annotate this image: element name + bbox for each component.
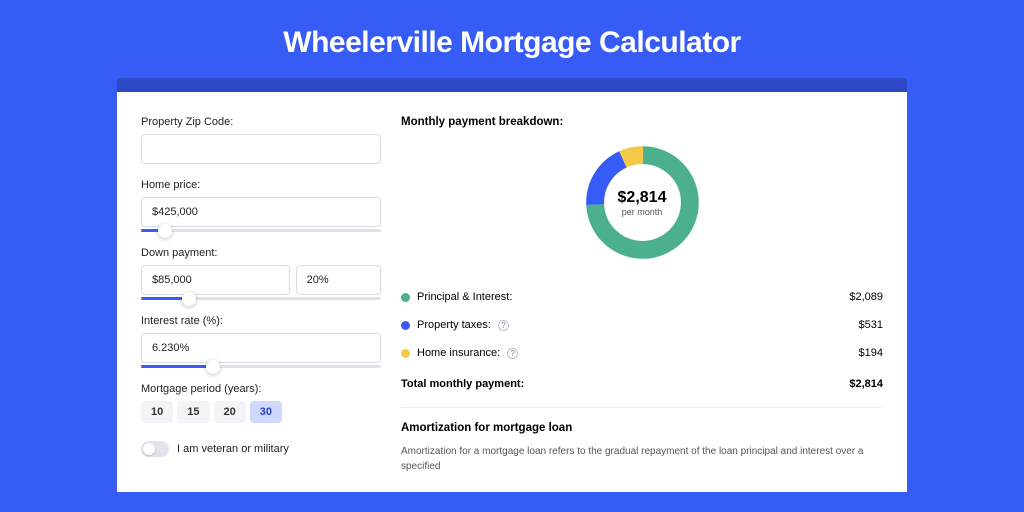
legend-row-insurance: Home insurance: ? $194 xyxy=(401,339,883,367)
toggle-knob xyxy=(143,443,155,455)
zip-input[interactable] xyxy=(141,134,381,164)
period-option-30[interactable]: 30 xyxy=(250,401,282,423)
total-value: $2,814 xyxy=(849,378,883,390)
home-price-label: Home price: xyxy=(141,179,381,191)
amortization-text: Amortization for a mortgage loan refers … xyxy=(401,444,883,474)
legend-value: $531 xyxy=(859,319,883,331)
info-icon[interactable]: ? xyxy=(498,320,509,331)
period-button-group: 10 15 20 30 xyxy=(141,401,381,423)
slider-fill xyxy=(141,365,213,368)
total-row: Total monthly payment: $2,814 xyxy=(401,369,883,399)
breakdown-title: Monthly payment breakdown: xyxy=(401,116,883,128)
donut-amount: $2,814 xyxy=(618,189,667,207)
amortization-title: Amortization for mortgage loan xyxy=(401,422,883,434)
legend-dot-icon xyxy=(401,349,410,358)
legend-value: $2,089 xyxy=(849,291,883,303)
interest-rate-input[interactable] xyxy=(141,333,381,363)
legend-dot-icon xyxy=(401,293,410,302)
down-payment-section: Down payment: xyxy=(141,247,381,300)
veteran-label: I am veteran or military xyxy=(177,443,289,455)
interest-rate-label: Interest rate (%): xyxy=(141,315,381,327)
legend-value: $194 xyxy=(859,347,883,359)
calculator-card: Property Zip Code: Home price: Down paym… xyxy=(117,92,907,492)
interest-rate-slider[interactable] xyxy=(141,365,381,368)
veteran-toggle[interactable] xyxy=(141,441,169,457)
zip-section: Property Zip Code: xyxy=(141,116,381,164)
down-payment-slider[interactable] xyxy=(141,297,381,300)
legend-row-principal: Principal & Interest: $2,089 xyxy=(401,283,883,311)
period-option-10[interactable]: 10 xyxy=(141,401,173,423)
legend-row-taxes: Property taxes: ? $531 xyxy=(401,311,883,339)
breakdown-column: Monthly payment breakdown: $2,814 per mo… xyxy=(401,116,883,492)
legend-label: Property taxes: xyxy=(417,319,491,331)
slider-thumb[interactable] xyxy=(158,224,172,238)
legend-dot-icon xyxy=(401,321,410,330)
card-outer: Property Zip Code: Home price: Down paym… xyxy=(117,78,907,492)
home-price-slider[interactable] xyxy=(141,229,381,232)
interest-rate-section: Interest rate (%): xyxy=(141,315,381,368)
donut-chart-wrap: $2,814 per month xyxy=(401,140,883,265)
home-price-input[interactable] xyxy=(141,197,381,227)
donut-sub: per month xyxy=(622,207,663,217)
zip-label: Property Zip Code: xyxy=(141,116,381,128)
home-price-section: Home price: xyxy=(141,179,381,232)
form-column: Property Zip Code: Home price: Down paym… xyxy=(141,116,381,492)
mortgage-period-label: Mortgage period (years): xyxy=(141,383,381,395)
info-icon[interactable]: ? xyxy=(507,348,518,359)
legend-label: Home insurance: xyxy=(417,347,500,359)
down-payment-pct-input[interactable] xyxy=(296,265,381,295)
slider-thumb[interactable] xyxy=(206,360,220,374)
period-option-15[interactable]: 15 xyxy=(177,401,209,423)
slider-thumb[interactable] xyxy=(182,292,196,306)
veteran-row: I am veteran or military xyxy=(141,441,381,457)
down-payment-label: Down payment: xyxy=(141,247,381,259)
legend-label: Principal & Interest: xyxy=(417,291,512,303)
total-label: Total monthly payment: xyxy=(401,378,524,390)
period-option-20[interactable]: 20 xyxy=(214,401,246,423)
page-title: Wheelerville Mortgage Calculator xyxy=(0,0,1024,78)
amortization-section: Amortization for mortgage loan Amortizat… xyxy=(401,407,883,474)
down-payment-amount-input[interactable] xyxy=(141,265,290,295)
donut-center: $2,814 per month xyxy=(580,140,705,265)
mortgage-period-section: Mortgage period (years): 10 15 20 30 xyxy=(141,383,381,423)
